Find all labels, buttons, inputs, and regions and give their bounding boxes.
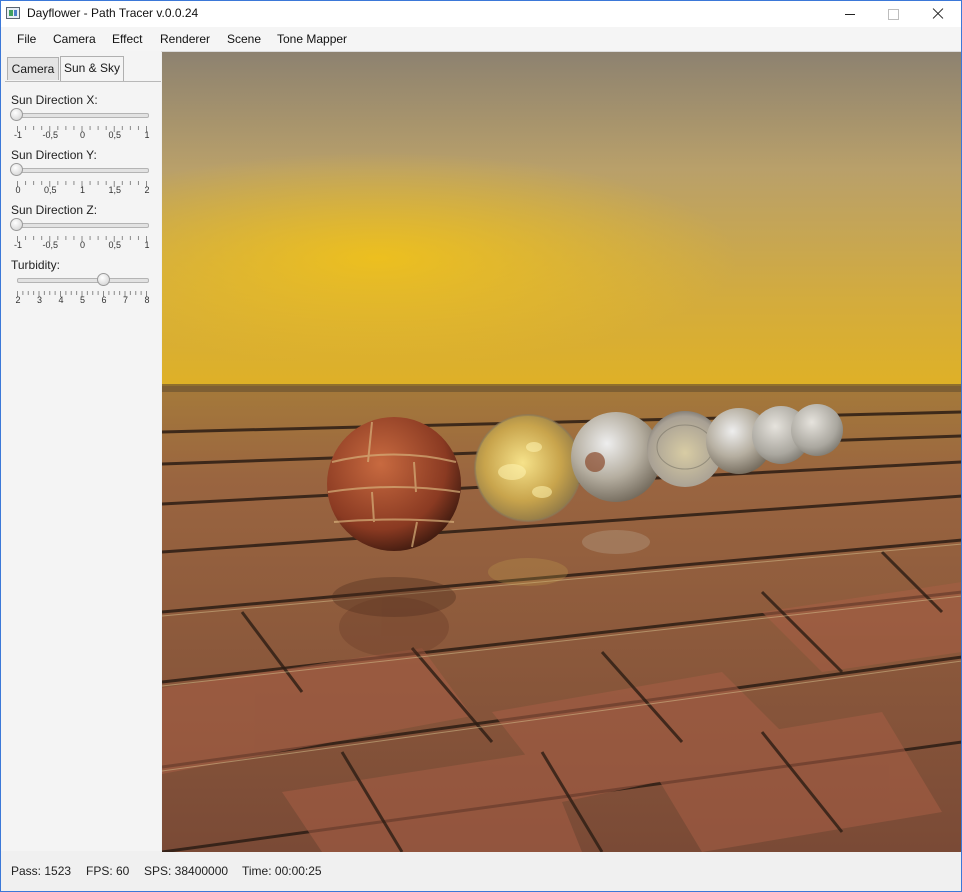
tick-label: 1,5: [108, 185, 122, 195]
turbidity-slider[interactable]: [17, 278, 149, 283]
sun-direction-z-slider-thumb[interactable]: [10, 218, 23, 231]
tick-label: -1: [13, 240, 23, 250]
minimize-button[interactable]: [827, 1, 873, 27]
turbidity-slider-thumb[interactable]: [96, 273, 110, 286]
sun-direction-y-tick-labels: 0 0,5 1 1,5 2: [12, 185, 152, 197]
tick-label: 0,5: [108, 130, 122, 140]
tick-label: 0,5: [108, 240, 122, 250]
sun-direction-z-ticks: [17, 231, 147, 242]
sun-direction-y-label: Sun Direction Y:: [11, 148, 97, 162]
minimize-icon: [845, 14, 855, 15]
status-time: Time: 00:00:25: [242, 864, 322, 878]
menu-effect[interactable]: Effect: [112, 32, 142, 46]
tick-label: -0,5: [42, 130, 59, 140]
tick-label: 0: [15, 185, 21, 195]
tick-label: 0,5: [43, 185, 57, 195]
app-icon: [6, 7, 20, 19]
tick-label: 2: [144, 185, 150, 195]
sun-direction-z-slider[interactable]: [17, 223, 149, 228]
status-fps: FPS: 60: [86, 864, 130, 878]
maximize-icon: [888, 9, 899, 20]
tab-bar: Camera Sun & Sky: [5, 55, 161, 82]
sun-direction-x-label: Sun Direction X:: [11, 93, 98, 107]
tick-label: 0: [79, 130, 86, 140]
tick-label: -1: [13, 130, 23, 140]
menu-renderer[interactable]: Renderer: [160, 32, 210, 46]
menu-scene[interactable]: Scene: [227, 32, 261, 46]
turbidity-tick-labels: 2 3 4 5 6 7 8: [12, 295, 152, 307]
menu-bar: File Camera Effect Renderer Scene Tone M…: [1, 27, 961, 52]
tick-label: 2: [15, 295, 21, 305]
render-viewport[interactable]: [162, 52, 961, 852]
settings-panel: Camera Sun & Sky Sun Direction X: -1 -0,5 0…: [1, 51, 161, 851]
tab-camera[interactable]: Camera: [7, 57, 59, 80]
tab-sun-and-sky[interactable]: Sun & Sky: [60, 56, 124, 81]
window-title: Dayflower - Path Tracer v.0.0.24: [27, 6, 199, 20]
menu-file[interactable]: File: [17, 32, 36, 46]
tick-label: 4: [58, 295, 64, 305]
menu-camera[interactable]: Camera: [53, 32, 96, 46]
menu-tone-mapper[interactable]: Tone Mapper: [277, 32, 347, 46]
tick-label: 5: [79, 295, 86, 305]
status-sps: SPS: 38400000: [144, 864, 229, 878]
tick-label: 1: [79, 185, 86, 195]
sun-direction-z-tick-labels: -1 -0,5 0 0,5 1: [12, 240, 152, 252]
tick-label: 0: [79, 240, 86, 250]
sun-direction-y-slider-thumb[interactable]: [10, 163, 23, 176]
status-bar: Pass: 1523 FPS: 60 SPS: 38400000 Time: 0…: [1, 852, 961, 891]
rendered-scene: [162, 52, 961, 852]
maximize-button[interactable]: [870, 1, 916, 27]
sun-direction-z-label: Sun Direction Z:: [11, 203, 98, 217]
turbidity-ticks: [17, 286, 147, 297]
tick-label: 1: [144, 240, 150, 250]
sun-direction-x-slider[interactable]: [17, 113, 149, 118]
tick-label: 1: [144, 130, 150, 140]
tick-label: -0,5: [42, 240, 59, 250]
tick-label: 7: [122, 295, 129, 305]
sun-direction-x-tick-labels: -1 -0,5 0 0,5 1: [12, 130, 152, 142]
turbidity-label: Turbidity:: [11, 258, 60, 272]
tick-label: 6: [101, 295, 107, 305]
sun-direction-x-ticks: [17, 121, 147, 132]
sun-direction-x-slider-thumb[interactable]: [10, 108, 23, 121]
sun-direction-y-slider[interactable]: [17, 168, 149, 173]
sun-direction-y-ticks: [17, 176, 147, 187]
tick-label: 3: [36, 295, 43, 305]
status-pass: Pass: 1523: [11, 864, 72, 878]
title-bar: Dayflower - Path Tracer v.0.0.24: [1, 1, 961, 27]
app-window: Dayflower - Path Tracer v.0.0.24 File Ca…: [0, 0, 962, 892]
tick-label: 8: [144, 295, 150, 305]
close-button[interactable]: [915, 1, 961, 27]
